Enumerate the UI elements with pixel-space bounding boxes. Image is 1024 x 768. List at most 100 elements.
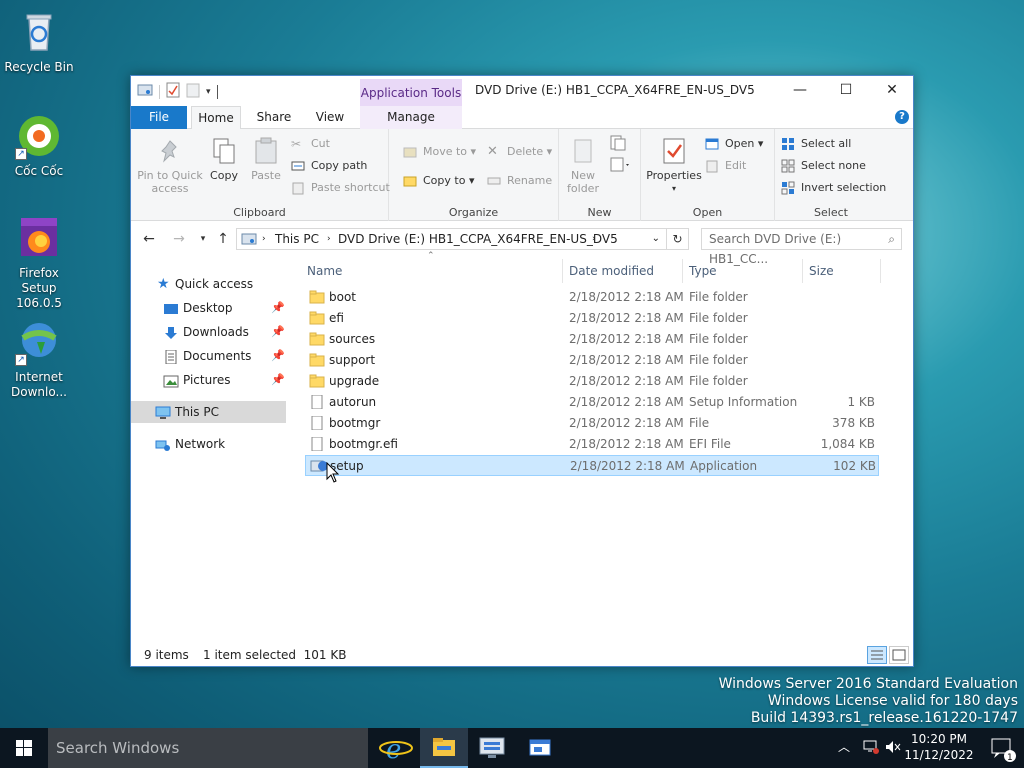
action-center-icon[interactable]: 1 [980,728,1024,768]
maximize-button[interactable]: ☐ [823,76,869,104]
taskbar-file-explorer[interactable] [420,728,468,768]
file-date-modified: 2/18/2012 2:18 AM [570,459,685,473]
paste-shortcut-button[interactable]: Paste shortcut [291,179,390,197]
cut-button[interactable]: ✂ Cut [291,135,330,153]
new-folder-button[interactable]: New folder [561,133,605,195]
address-history-dropdown[interactable]: ⌄ [652,229,660,249]
taskbar-search-input[interactable]: Search Windows [48,728,368,768]
paste-button[interactable]: Paste [245,133,287,182]
column-header-name[interactable]: Name [301,259,563,283]
file-type: File folder [689,374,748,388]
address-bar[interactable]: › This PC › DVD Drive (E:) HB1_CCPA_X64F… [236,228,667,250]
file-row[interactable]: upgrade 2/18/2012 2:18 AM File folder [305,371,879,392]
taskbar-server-manager[interactable] [468,728,516,768]
invert-selection-button[interactable]: Invert selection [781,179,886,197]
organize-group: Move to ▾ Copy to ▾ ✕ Delete ▾ Rename Or… [389,129,559,221]
copy-to-button[interactable]: Copy to ▾ [403,172,474,190]
properties-button[interactable]: Properties ▾ [645,133,703,195]
delete-button[interactable]: ✕ Delete ▾ [487,143,552,161]
taskbar-clock[interactable]: 10:20 PM 11/12/2022 [900,731,978,763]
tab-file[interactable]: File [131,106,187,129]
select-none-button[interactable]: Select none [781,157,866,175]
up-button[interactable]: ↑ [213,229,233,249]
title-bar[interactable]: ▾ Application Tools DVD Drive (E:) HB1_C… [131,76,915,107]
copy-path-label: Copy path [311,159,368,172]
file-row[interactable]: bootmgr.efi 2/18/2012 2:18 AM EFI File 1,08… [305,434,879,455]
refresh-button[interactable]: ↻ [667,228,689,250]
desktop-icon-firefox-setup[interactable]: Firefox Setup 106.0.5 [1,214,77,311]
help-icon[interactable]: ? [895,110,909,124]
large-icons-view-button[interactable] [889,646,909,664]
move-to-label: Move to [423,145,468,158]
pin-to-quick-access-button[interactable]: Pin to Quick access [135,133,205,195]
file-name: sources [329,332,376,346]
search-input[interactable]: Search DVD Drive (E:) HB1_CC... ⌕ [701,228,902,266]
desktop-folder-icon [163,301,179,315]
nav-pictures[interactable]: Pictures 📌 [131,369,291,391]
move-to-button[interactable]: Move to ▾ [403,143,476,161]
new-item-button[interactable] [609,135,629,153]
taskbar-app-window[interactable] [516,728,564,768]
column-header-size[interactable]: Size [803,259,881,283]
tab-manage[interactable]: Manage [360,106,462,129]
properties-icon[interactable] [166,82,180,101]
desktop-icon-recycle-bin[interactable]: Recycle Bin [1,8,77,75]
tab-home[interactable]: Home [191,106,241,130]
file-row[interactable]: support 2/18/2012 2:18 AM File folder [305,350,879,371]
new-folder-label: New folder [567,169,599,195]
nav-this-pc[interactable]: This PC [131,401,286,423]
nav-downloads[interactable]: Downloads 📌 [131,321,291,343]
breadcrumb-this-pc[interactable]: This PC [275,229,319,249]
rename-button[interactable]: Rename [487,172,552,190]
back-button[interactable]: ← [139,229,159,249]
minimize-button[interactable]: — [777,76,823,104]
nav-quick-access[interactable]: ★ Quick access [131,273,291,295]
select-all-button[interactable]: Select all [781,135,851,153]
search-icon: ⌕ [888,232,895,246]
tab-view[interactable]: View [305,106,355,129]
new-folder-qat-icon[interactable] [186,82,200,101]
taskbar-internet-explorer[interactable]: e [372,728,420,768]
server-manager-icon [479,737,505,758]
nav-documents[interactable]: Documents 📌 [131,345,291,367]
nav-desktop[interactable]: Desktop 📌 [131,297,291,319]
nav-pictures-label: Pictures [183,373,231,387]
recent-locations-button[interactable]: ▾ [193,229,213,249]
details-view-button[interactable] [867,646,887,664]
nav-downloads-label: Downloads [183,325,249,339]
select-group: Select all Select none Invert selection … [775,129,887,221]
desktop-icon-coccoc[interactable]: ↗ Cốc Cốc [1,112,77,179]
breadcrumb-dvd-drive[interactable]: DVD Drive (E:) HB1_CCPA_X64FRE_EN-US_DV5 [338,229,618,249]
nav-network[interactable]: Network [131,433,291,455]
desktop-icon-label: Cốc Cốc [14,164,64,178]
clock-date: 11/12/2022 [904,748,974,762]
file-date-modified: 2/18/2012 2:18 AM [569,311,684,325]
pictures-icon [163,373,179,388]
file-row[interactable]: efi 2/18/2012 2:18 AM File folder [305,308,879,329]
copy-button[interactable]: Copy [205,133,243,182]
svg-text:e: e [386,735,401,765]
internet-download-manager-icon: ↗ [15,318,63,366]
file-row[interactable]: setup 2/18/2012 2:18 AM Application 102 KB [305,455,879,476]
file-row[interactable]: autorun 2/18/2012 2:18 AM Setup Informatio… [305,392,879,413]
file-row[interactable]: boot 2/18/2012 2:18 AM File folder [305,287,879,308]
close-button[interactable]: ✕ [869,76,915,104]
file-row[interactable]: sources 2/18/2012 2:18 AM File folder [305,329,879,350]
edit-label: Edit [725,159,747,172]
windows-evaluation-watermark: Windows Server 2016 Standard Evaluation … [719,676,1018,727]
file-row[interactable]: bootmgr 2/18/2012 2:18 AM File 378 KB [305,413,879,434]
qat-dropdown-icon[interactable]: ▾ [206,87,211,97]
easy-access-button[interactable] [609,157,633,175]
start-button[interactable] [0,728,48,768]
forward-button[interactable]: → [169,229,189,249]
column-header-date-modified[interactable]: Date modified [563,259,683,283]
network-status-icon[interactable] [862,739,880,758]
edit-button[interactable]: Edit [705,157,746,175]
rename-label: Rename [507,174,553,187]
copy-path-button[interactable]: Copy path [291,157,367,175]
open-button[interactable]: Open ▾ [705,135,763,153]
column-header-type[interactable]: Type [683,259,803,283]
show-hidden-icons-icon[interactable]: ︿ [838,738,850,755]
desktop-icon-idm[interactable]: ↗ Internet Downlo... [1,318,77,400]
tab-share[interactable]: Share [249,106,299,129]
